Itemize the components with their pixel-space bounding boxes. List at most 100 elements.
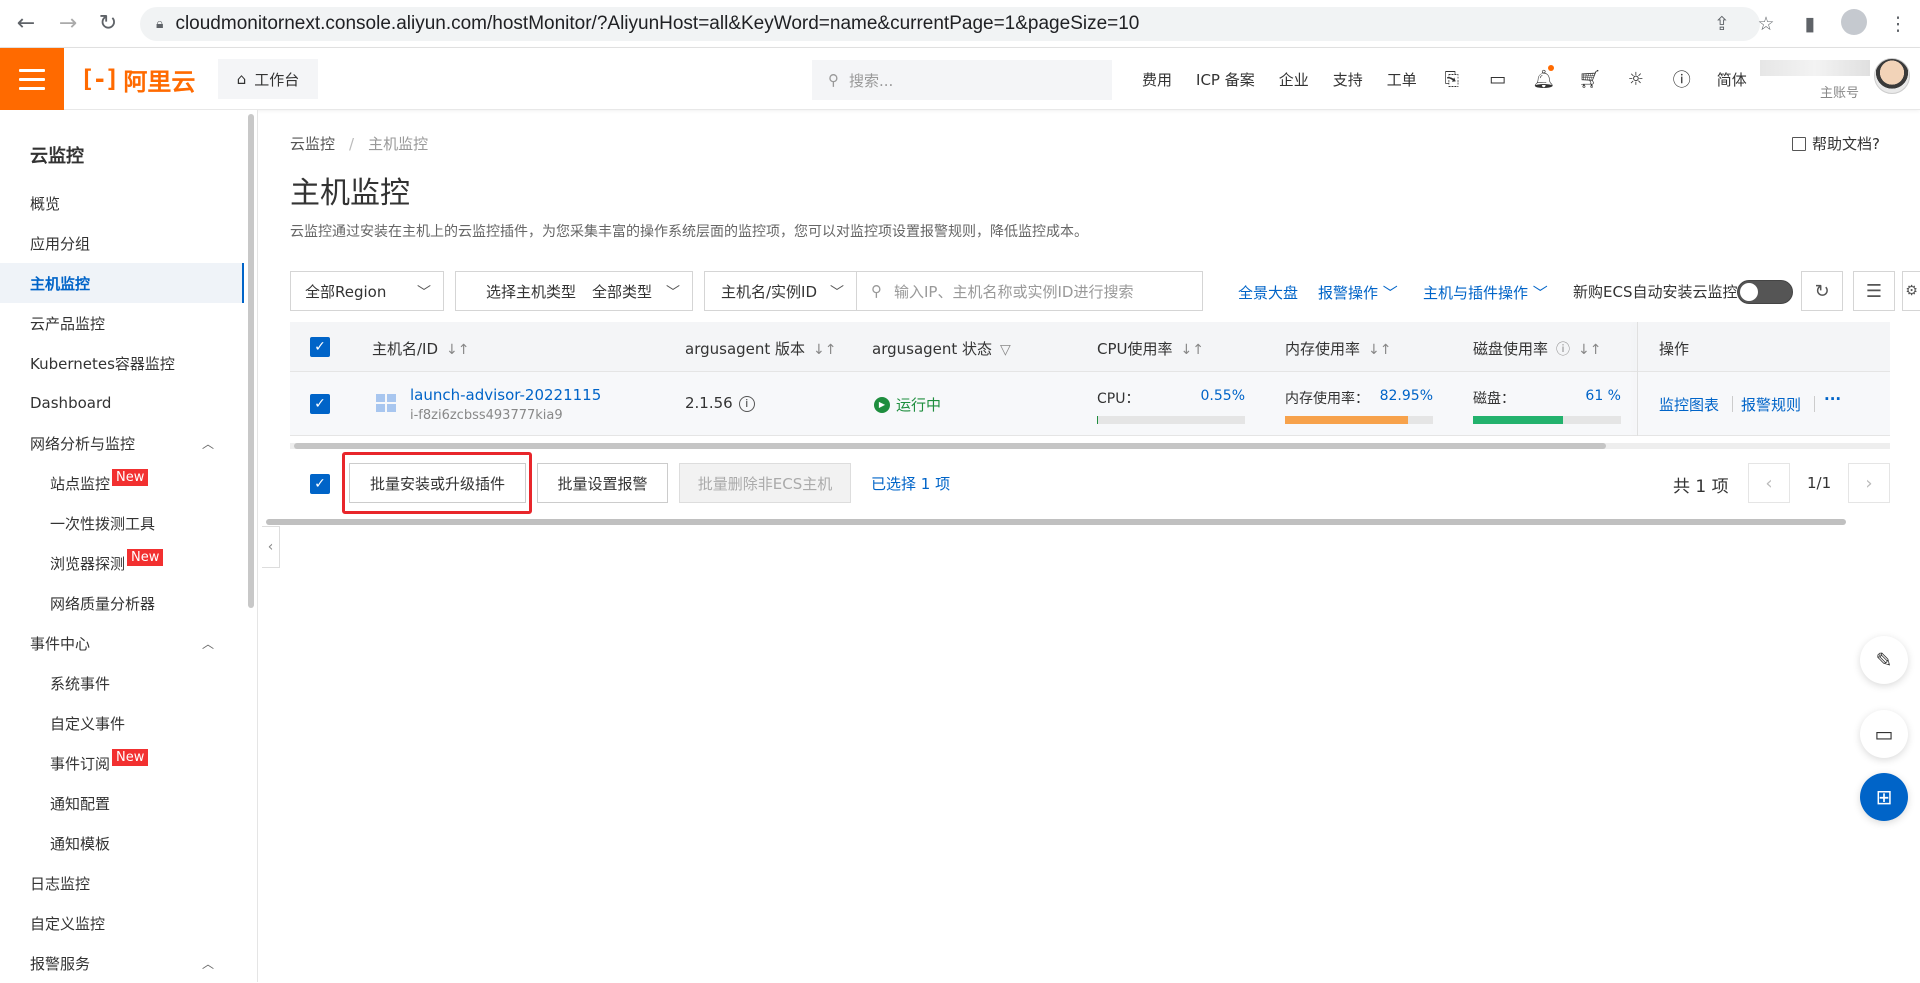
alarm-ops-dropdown[interactable]: 报警操作 ﹀ bbox=[1318, 282, 1398, 303]
workbench-button[interactable]: ⌂ 工作台 bbox=[218, 59, 318, 99]
cart-icon[interactable]: 🛒︎ bbox=[1567, 69, 1613, 90]
language-switch[interactable]: 简体 bbox=[1705, 69, 1759, 90]
filter-icon[interactable]: ▽ bbox=[1000, 342, 1011, 358]
settings-button[interactable]: ⚙ bbox=[1902, 271, 1920, 311]
column-header-status[interactable]: argusagent 状态 ▽ bbox=[872, 338, 1011, 359]
sidepanel-icon[interactable]: ▮ bbox=[1788, 13, 1832, 35]
breadcrumb-current: 主机监控 bbox=[368, 135, 429, 153]
sidebar-item-system-event[interactable]: 系统事件 bbox=[0, 663, 244, 703]
sidebar-item-notify-config[interactable]: 通知配置 bbox=[0, 783, 244, 823]
sidebar-item-label: 站点监控 bbox=[50, 474, 111, 493]
column-header-version[interactable]: argusagent 版本 ↓↑ bbox=[685, 338, 837, 359]
search-field-select[interactable]: 主机名/实例ID ﹀ bbox=[704, 271, 857, 311]
nav-billing[interactable]: 费用 bbox=[1130, 69, 1184, 90]
column-settings-button[interactable]: ☰ bbox=[1853, 271, 1895, 311]
profile-icon[interactable] bbox=[1832, 8, 1876, 40]
sidebar-item-site-monitor[interactable]: 站点监控 New bbox=[0, 463, 244, 503]
host-type-value: 全部类型 bbox=[592, 282, 653, 301]
sort-icon[interactable]: ↓↑ bbox=[1368, 342, 1391, 358]
batch-set-alarm-button[interactable]: 批量设置报警 bbox=[537, 463, 668, 503]
apps-button[interactable]: ⊞ bbox=[1860, 773, 1908, 821]
column-header-memory[interactable]: 内存使用率 ↓↑ bbox=[1285, 338, 1391, 359]
help-doc-link[interactable]: 帮助文档? bbox=[1792, 133, 1880, 154]
nav-ticket[interactable]: 工单 bbox=[1375, 69, 1429, 90]
prev-page-button[interactable]: ‹ bbox=[1748, 463, 1790, 503]
help-icon[interactable]: ⓘ bbox=[1659, 66, 1705, 92]
sidebar-item-kubernetes[interactable]: Kubernetes容器监控 bbox=[0, 343, 244, 383]
reload-icon[interactable]: ↻ bbox=[88, 11, 128, 36]
sort-icon[interactable]: ↓↑ bbox=[1181, 342, 1204, 358]
row-checkbox[interactable]: ✓ bbox=[310, 394, 330, 414]
overview-link[interactable]: 全景大盘 bbox=[1238, 282, 1298, 303]
sidebar-item-cloud-product[interactable]: 云产品监控 bbox=[0, 303, 244, 343]
chevron-down-icon: ﹀ bbox=[666, 285, 680, 301]
nav-support[interactable]: 支持 bbox=[1321, 69, 1375, 90]
sidebar-item-app-group[interactable]: 应用分组 bbox=[0, 223, 244, 263]
sidebar-item-browser-probe[interactable]: 浏览器探测 New bbox=[0, 543, 244, 583]
host-plugin-ops-dropdown[interactable]: 主机与插件操作 ﹀ bbox=[1423, 282, 1548, 303]
column-header-cpu[interactable]: CPU使用率 ↓↑ bbox=[1097, 338, 1204, 359]
host-search-input[interactable]: ⚲ 输入IP、主机名称或实例ID进行搜索 bbox=[856, 271, 1203, 311]
sidebar-item-event-subscription[interactable]: 事件订阅 New bbox=[0, 743, 244, 783]
bell-icon[interactable]: 🔔︎ bbox=[1521, 64, 1567, 90]
sidebar-item-custom-event[interactable]: 自定义事件 bbox=[0, 703, 244, 743]
sidebar-item-onetime-probe[interactable]: 一次性拨测工具 bbox=[0, 503, 244, 543]
address-bar[interactable]: 🔒︎ cloudmonitornext.console.aliyun.com/h… bbox=[140, 7, 1760, 41]
hamburger-menu-icon[interactable] bbox=[0, 48, 64, 110]
terminal-icon[interactable]: ▭ bbox=[1475, 69, 1521, 90]
column-header-disk[interactable]: 磁盘使用率 ⓘ ↓↑ bbox=[1473, 338, 1601, 359]
aliyun-logo[interactable]: [-] 阿里云 bbox=[80, 64, 195, 96]
global-search-input[interactable]: ⚲ 搜索... bbox=[812, 60, 1112, 100]
avatar[interactable] bbox=[1874, 58, 1910, 94]
next-page-button[interactable]: › bbox=[1848, 463, 1890, 503]
host-name-link[interactable]: launch-advisor-20221115 bbox=[410, 386, 601, 404]
account-menu[interactable]: 主账号 bbox=[1760, 56, 1910, 102]
nav-enterprise[interactable]: 企业 bbox=[1267, 69, 1321, 90]
footer-select-all-checkbox[interactable]: ✓ bbox=[310, 474, 330, 494]
forward-icon[interactable]: → bbox=[48, 11, 88, 36]
sidebar-item-dashboard[interactable]: Dashboard bbox=[0, 383, 244, 423]
sidebar-item-custom-monitor[interactable]: 自定义监控 bbox=[0, 903, 244, 943]
sidebar-item-event-center[interactable]: 事件中心 ︿ bbox=[0, 623, 244, 663]
lightbulb-icon[interactable]: ☼ bbox=[1613, 69, 1659, 90]
menu-dots-icon[interactable]: ⋮ bbox=[1876, 13, 1920, 35]
sidebar-item-network-quality[interactable]: 网络质量分析器 bbox=[0, 583, 244, 623]
more-actions-icon[interactable]: ··· bbox=[1824, 390, 1841, 408]
sidebar-item-overview[interactable]: 概览 bbox=[0, 183, 244, 223]
monitor-chart-link[interactable]: 监控图表 bbox=[1659, 394, 1719, 415]
alarm-rules-link[interactable]: 报警规则 bbox=[1741, 394, 1801, 415]
sidebar-item-network[interactable]: 网络分析与监控 ︿ bbox=[0, 423, 244, 463]
breadcrumb-item[interactable]: 云监控 bbox=[290, 135, 335, 153]
region-select[interactable]: 全部Region ﹀ bbox=[290, 271, 444, 311]
sort-icon[interactable]: ↓↑ bbox=[446, 342, 469, 358]
chat-button[interactable]: ▭ bbox=[1860, 710, 1908, 758]
scrollbar-thumb[interactable] bbox=[294, 443, 1606, 449]
refresh-button[interactable]: ↻ bbox=[1801, 271, 1843, 311]
sidebar-item-label: 网络分析与监控 bbox=[30, 434, 136, 453]
host-type-select[interactable]: 选择主机类型 全部类型 ﹀ bbox=[455, 271, 693, 311]
sidebar-item-notify-template[interactable]: 通知模板 bbox=[0, 823, 244, 863]
table-row: ✓ launch-advisor-20221115 i-f8zi6zcbss49… bbox=[290, 372, 1890, 436]
column-header-host[interactable]: 主机名/ID ↓↑ bbox=[372, 338, 470, 359]
select-all-checkbox[interactable]: ✓ bbox=[310, 337, 330, 357]
feedback-edit-button[interactable]: ✎ bbox=[1860, 636, 1908, 684]
sort-icon[interactable]: ↓↑ bbox=[1578, 342, 1601, 358]
auto-install-toggle[interactable] bbox=[1737, 280, 1793, 304]
sidebar-item-host-monitor[interactable]: 主机监控 bbox=[0, 263, 244, 303]
sidebar-item-log-monitor[interactable]: 日志监控 bbox=[0, 863, 244, 903]
table-horizontal-scrollbar[interactable] bbox=[290, 443, 1890, 449]
info-icon[interactable]: i bbox=[738, 395, 755, 412]
nav-icp[interactable]: ICP 备案 bbox=[1184, 69, 1267, 90]
api-icon[interactable]: ⎘ bbox=[1429, 69, 1475, 90]
share-icon[interactable]: ⇪ bbox=[1700, 13, 1744, 35]
page-horizontal-scrollbar[interactable] bbox=[266, 519, 1846, 525]
star-icon[interactable]: ☆ bbox=[1744, 13, 1788, 35]
sidebar-collapse-button[interactable]: ‹ bbox=[262, 526, 280, 568]
sidebar-item-alarm-service[interactable]: 报警服务 ︿ bbox=[0, 943, 244, 983]
sort-icon[interactable]: ↓↑ bbox=[813, 342, 836, 358]
sidebar-scrollbar[interactable] bbox=[248, 114, 254, 608]
help-doc-label: 帮助文档? bbox=[1812, 135, 1880, 153]
info-icon[interactable]: ⓘ bbox=[1556, 342, 1570, 358]
chevron-left-icon: ‹ bbox=[267, 539, 274, 555]
back-icon[interactable]: ← bbox=[6, 11, 46, 36]
